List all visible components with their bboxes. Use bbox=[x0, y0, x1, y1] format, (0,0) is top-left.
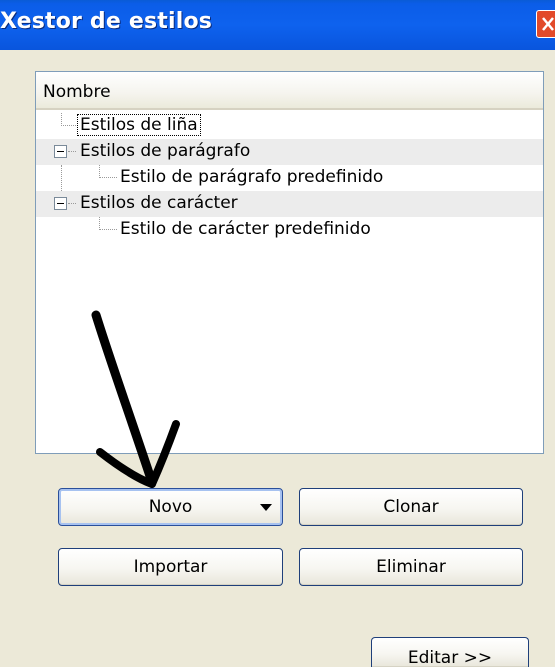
tree-connector bbox=[99, 177, 117, 178]
tree-item-line-styles[interactable]: Estilos de liña bbox=[36, 113, 543, 139]
collapse-icon[interactable] bbox=[54, 197, 67, 210]
tree-item-label: Estilos de parágrafo bbox=[80, 141, 251, 161]
close-button[interactable] bbox=[536, 10, 555, 38]
tree-connector bbox=[68, 203, 76, 204]
tree-item-default-paragraph-style[interactable]: Estilo de parágrafo predefinido bbox=[36, 165, 543, 191]
tree-item-character-styles[interactable]: Estilos de carácter bbox=[36, 191, 543, 217]
tree-item-label: Estilos de liña bbox=[77, 114, 201, 136]
delete-button-label: Eliminar bbox=[376, 557, 446, 577]
import-button-label: Importar bbox=[133, 557, 208, 577]
collapse-icon[interactable] bbox=[54, 145, 67, 158]
tree-column-header[interactable]: Nombre bbox=[36, 72, 543, 110]
tree-connector bbox=[68, 151, 76, 152]
new-button-label: Novo bbox=[148, 497, 193, 517]
dropdown-arrow-icon[interactable] bbox=[260, 504, 272, 511]
edit-button[interactable]: Editar >> bbox=[371, 637, 529, 667]
import-button[interactable]: Importar bbox=[58, 548, 283, 586]
new-button[interactable]: Novo bbox=[58, 488, 283, 526]
clone-button-label: Clonar bbox=[383, 497, 439, 517]
tree-connector bbox=[61, 125, 76, 126]
tree-connector bbox=[61, 165, 62, 191]
delete-button[interactable]: Eliminar bbox=[299, 548, 523, 586]
window-title: Xestor de estilos bbox=[0, 9, 213, 34]
edit-button-label: Editar >> bbox=[407, 648, 493, 667]
column-header-name: Nombre bbox=[43, 82, 111, 102]
tree-item-label: Estilos de carácter bbox=[80, 193, 238, 213]
tree-item-label: Estilo de parágrafo predefinido bbox=[120, 167, 384, 187]
tree-item-default-character-style[interactable]: Estilo de carácter predefinido bbox=[36, 217, 543, 243]
tree-connector bbox=[99, 229, 117, 230]
styles-tree[interactable]: Nombre Estilos de liña Estilos de parágr… bbox=[35, 71, 544, 454]
title-bar[interactable]: Xestor de estilos bbox=[0, 0, 555, 50]
tree-item-paragraph-styles[interactable]: Estilos de parágrafo bbox=[36, 139, 543, 165]
clone-button[interactable]: Clonar bbox=[299, 488, 523, 526]
close-icon bbox=[542, 17, 554, 31]
tree-item-label: Estilo de carácter predefinido bbox=[120, 219, 371, 239]
